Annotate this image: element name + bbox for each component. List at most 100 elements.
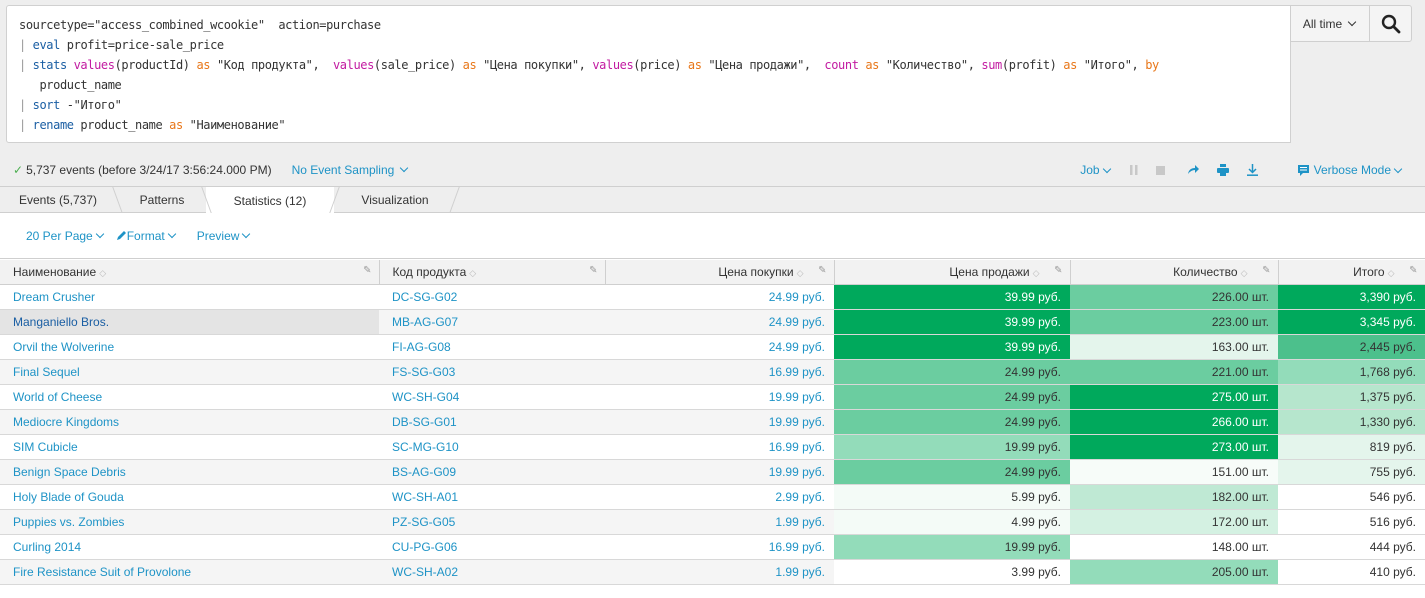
product-code-cell[interactable]: SC-MG-G10 [379,434,605,460]
pause-button[interactable] [1129,153,1138,187]
product-code-cell[interactable]: WC-SH-A01 [379,484,605,510]
sell-price-cell: 39.99 руб. [834,284,1070,310]
sell-price-cell: 39.99 руб. [834,309,1070,335]
format-dropdown[interactable]: Format [116,229,177,243]
product-code-cell[interactable]: FS-SG-G03 [379,359,605,385]
sell-price-cell: 4.99 руб. [834,509,1070,535]
edit-column-icon[interactable]: ✎ [818,265,826,276]
product-name-cell[interactable]: Dream Crusher [0,284,379,310]
preview-label: Preview [196,228,240,243]
column-header-code[interactable]: Код продукта ◇ ✎ [379,260,606,285]
product-name-cell[interactable]: Final Sequel [0,359,379,385]
product-name-cell[interactable]: Benign Space Debris [0,459,379,485]
edit-column-icon[interactable]: ✎ [363,265,371,276]
sort-icon: ◇ [469,267,477,278]
query-token: as [865,58,880,72]
edit-column-icon[interactable]: ✎ [1054,265,1062,276]
table-row[interactable]: SIM Cubicle SC-MG-G10 16.99 руб. 19.99 руб.… [0,434,1425,460]
sort-icon: ◇ [99,267,107,278]
statistics-panel: 20 Per Page Format Preview Наименование ◇… [0,213,1425,598]
column-header-quantity[interactable]: Количество ◇ ✎ [1070,260,1279,285]
product-code-cell[interactable]: CU-PG-G06 [379,534,605,560]
query-token: (sale_price) [373,58,463,72]
buy-price-cell[interactable]: 1.99 руб. [605,509,834,535]
table-row[interactable]: Puppies vs. Zombies PZ-SG-G05 1.99 руб. 4.9… [0,509,1425,535]
buy-price-cell[interactable]: 24.99 руб. [605,334,834,360]
product-name-cell[interactable]: Fire Resistance Suit of Provolone [0,559,379,585]
table-row[interactable]: Fire Resistance Suit of Provolone WC-SH-A… [0,559,1425,585]
table-row[interactable]: Benign Space Debris BS-AG-G09 19.99 руб. 24… [0,459,1425,485]
product-name-cell[interactable]: Orvil the Wolverine [0,334,379,360]
product-name-cell[interactable]: World of Cheese [0,384,379,410]
job-status-bar: ✓ 5,737 events (before 3/24/17 3:56:24.0… [0,153,1425,187]
chevron-down-icon [242,229,251,239]
print-icon [1216,164,1229,176]
stop-button[interactable] [1155,153,1165,187]
search-query-editor[interactable]: sourcetype="access_combined_wcookie" act… [6,5,1291,143]
buy-price-cell[interactable]: 1.99 руб. [605,559,834,585]
buy-price-cell[interactable]: 16.99 руб. [605,359,834,385]
total-cell: 546 руб. [1278,484,1425,510]
edit-column-icon[interactable]: ✎ [1409,265,1417,276]
product-name-cell[interactable]: Holy Blade of Gouda [0,484,379,510]
events-text: 5,737 events (before 3/24/17 3:56:24.000… [26,162,272,177]
table-row[interactable]: Holy Blade of Gouda WC-SH-A01 2.99 руб. 5.9… [0,484,1425,510]
buy-price-cell[interactable]: 19.99 руб. [605,384,834,410]
time-range-picker[interactable]: All time [1290,5,1370,42]
table-row[interactable]: Dream Crusher DC-SG-G02 24.99 руб. 39.99 ру… [0,284,1425,310]
quantity-cell: 275.00 шт. [1070,384,1278,410]
total-cell: 1,375 руб. [1278,384,1425,410]
table-row[interactable]: World of Cheese WC-SH-G04 19.99 руб. 24.99 … [0,384,1425,410]
table-row[interactable]: Curling 2014 CU-PG-G06 16.99 руб. 19.99 руб… [0,534,1425,560]
tab-visualization[interactable]: Visualization [336,187,454,213]
print-button[interactable] [1216,153,1229,187]
job-toolbar: Job Verbose Mode [1080,153,1403,187]
query-line: | sort -"Итого" [19,95,1278,115]
product-name-cell[interactable]: Mediocre Kingdoms [0,409,379,435]
job-menu-button[interactable]: Job [1080,153,1111,187]
table-row[interactable]: Mediocre Kingdoms DB-SG-G01 19.99 руб. 24.9… [0,409,1425,435]
query-line: | stats values(productId) as "Код продук… [19,55,1278,75]
export-button[interactable] [1246,153,1258,187]
column-header-buy-price[interactable]: Цена покупки ◇ ✎ [605,260,835,285]
column-header-total[interactable]: Итого ◇ ✎ [1278,260,1425,285]
tab-statistics[interactable]: Statistics (12) [206,187,334,214]
preview-dropdown[interactable]: Preview [197,229,252,243]
product-name-cell[interactable]: SIM Cubicle [0,434,379,460]
buy-price-cell[interactable]: 24.99 руб. [605,284,834,310]
column-header-sell-price[interactable]: Цена продажи ◇ ✎ [834,260,1071,285]
table-row[interactable]: Final Sequel FS-SG-G03 16.99 руб. 24.99 руб… [0,359,1425,385]
table-row[interactable]: Manganiello Bros. MB-AG-G07 24.99 руб. 39.9… [0,309,1425,335]
buy-price-cell[interactable]: 16.99 руб. [605,434,834,460]
per-page-dropdown[interactable]: 20 Per Page [26,229,105,243]
table-row[interactable]: Orvil the Wolverine FI-AG-G08 24.99 руб. 39… [0,334,1425,360]
column-header-name[interactable]: Наименование ◇ ✎ [0,260,380,285]
buy-price-cell[interactable]: 24.99 руб. [605,309,834,335]
buy-price-cell[interactable]: 16.99 руб. [605,534,834,560]
product-code-cell[interactable]: WC-SH-G04 [379,384,605,410]
buy-price-cell[interactable]: 19.99 руб. [605,409,834,435]
event-sampling-dropdown[interactable]: No Event Sampling [292,163,410,177]
edit-column-icon[interactable]: ✎ [1262,265,1270,276]
product-code-cell[interactable]: DC-SG-G02 [379,284,605,310]
product-name-cell[interactable]: Puppies vs. Zombies [0,509,379,535]
share-button[interactable] [1187,153,1199,187]
product-name-cell[interactable]: Manganiello Bros. [0,309,379,335]
product-code-cell[interactable]: MB-AG-G07 [379,309,605,335]
search-button[interactable] [1369,5,1412,42]
tab-patterns[interactable]: Patterns [118,187,206,213]
buy-price-cell[interactable]: 19.99 руб. [605,459,834,485]
job-label: Job [1080,163,1100,177]
quantity-cell: 226.00 шт. [1070,284,1278,310]
tab-events[interactable]: Events (5,737) [0,187,116,213]
product-code-cell[interactable]: PZ-SG-G05 [379,509,605,535]
product-code-cell[interactable]: WC-SH-A02 [379,559,605,585]
search-mode-dropdown[interactable]: Verbose Mode [1297,153,1403,187]
product-code-cell[interactable]: BS-AG-G09 [379,459,605,485]
buy-price-cell[interactable]: 2.99 руб. [605,484,834,510]
edit-column-icon[interactable]: ✎ [589,265,597,276]
product-name-cell[interactable]: Curling 2014 [0,534,379,560]
product-code-cell[interactable]: FI-AG-G08 [379,334,605,360]
query-token: "Итого", [1076,58,1146,72]
product-code-cell[interactable]: DB-SG-G01 [379,409,605,435]
